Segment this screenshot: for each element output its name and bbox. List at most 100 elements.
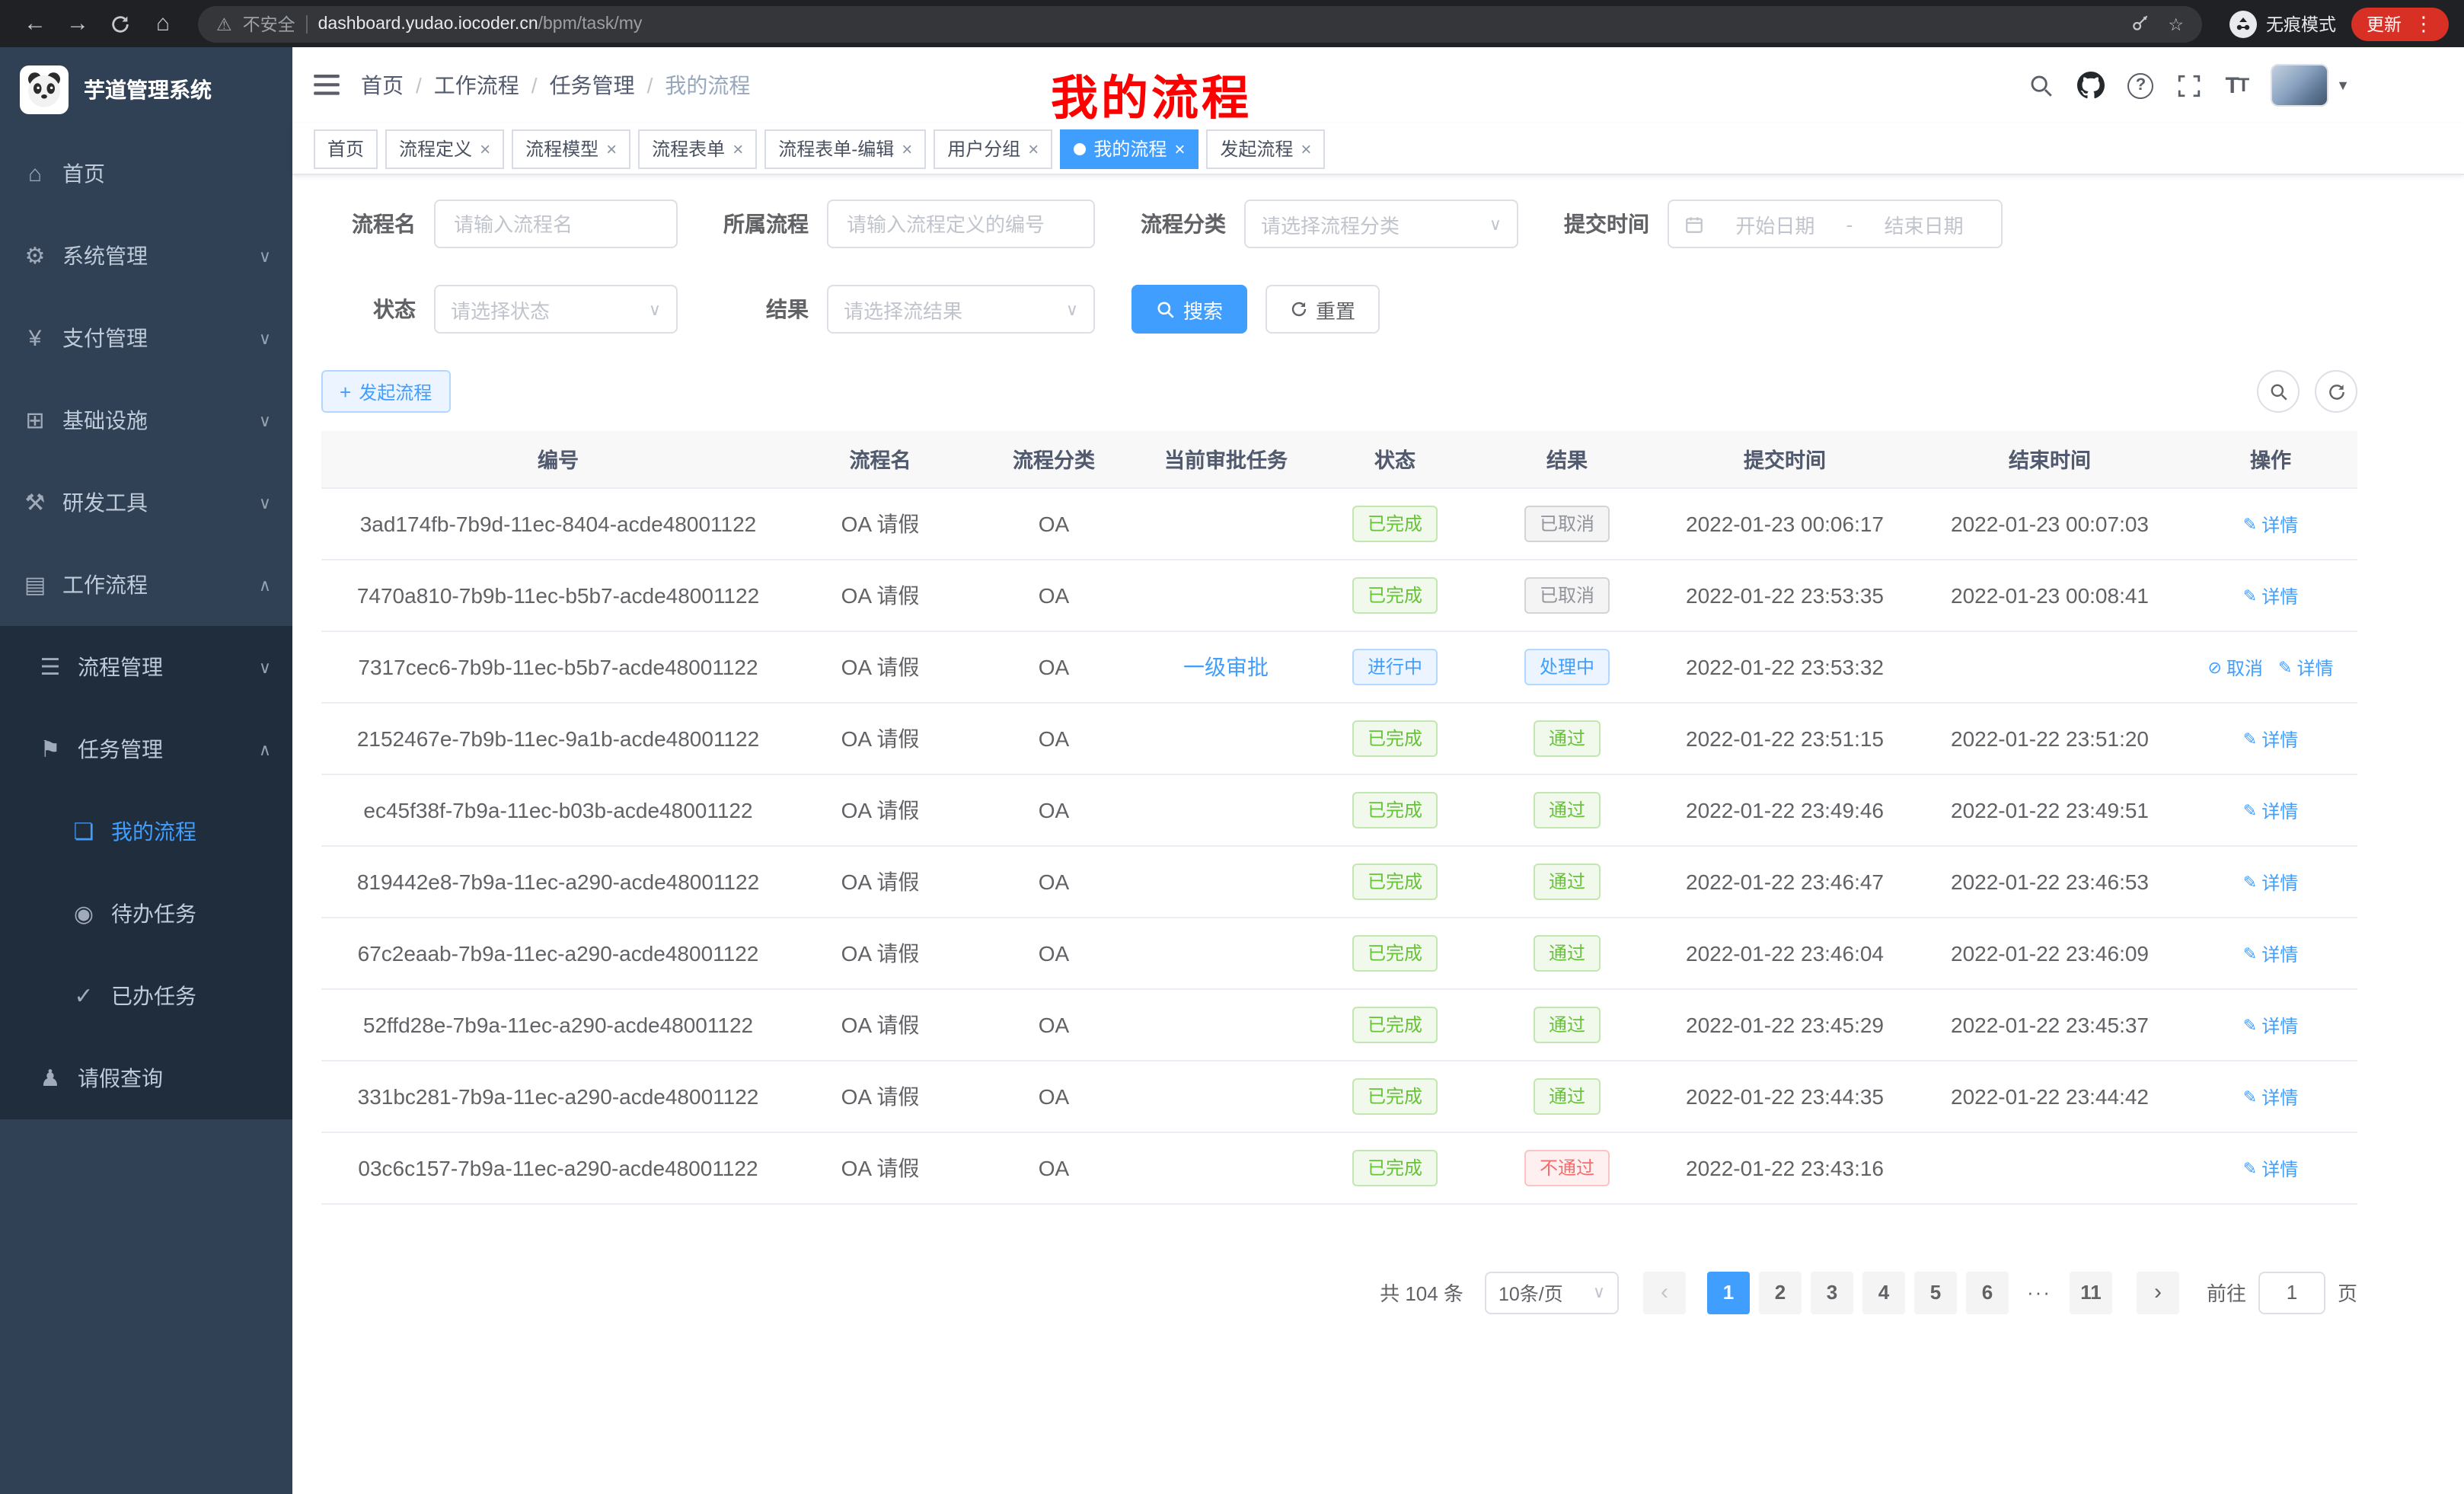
bookmark-star-icon[interactable]: ☆ [2168, 13, 2184, 34]
cell-name: OA 请假 [795, 988, 965, 1060]
detail-link[interactable]: ✎详情 [2243, 797, 2298, 823]
close-icon[interactable]: × [1301, 139, 1311, 158]
tab-label: 流程表单-编辑 [778, 136, 894, 161]
tab-process-form[interactable]: 流程表单× [638, 129, 757, 168]
update-button[interactable]: 更新 ⋮ [2351, 7, 2449, 40]
page-number-button[interactable]: 3 [1811, 1271, 1853, 1314]
sidebar-item-process-mgmt[interactable]: ☰流程管理∨ [0, 626, 292, 708]
page-number-button[interactable]: 4 [1862, 1271, 1905, 1314]
action-label: 详情 [2261, 797, 2298, 823]
process-definition-input[interactable] [827, 200, 1095, 248]
submit-time-range-picker[interactable]: 开始日期 - 结束日期 [1668, 200, 2003, 248]
tab-process-model[interactable]: 流程模型× [512, 129, 630, 168]
tab-user-group[interactable]: 用户分组× [934, 129, 1052, 168]
logo[interactable]: 芋道管理系统 [0, 47, 292, 132]
close-icon[interactable]: × [606, 139, 617, 158]
result-badge: 处理中 [1524, 648, 1610, 685]
page-size-select[interactable]: 10条/页 ∨ [1485, 1271, 1619, 1314]
cell-name: OA 请假 [795, 774, 965, 845]
sidebar-item-my-process[interactable]: ❏我的流程 [0, 790, 292, 873]
github-icon[interactable] [2078, 72, 2105, 99]
sidebar-item-workflow[interactable]: ▤工作流程∧ [0, 544, 292, 626]
browser-reload-button[interactable] [101, 4, 140, 43]
detail-link[interactable]: ✎详情 [2243, 511, 2298, 537]
user-menu[interactable]: ▼ [2271, 64, 2350, 107]
page-ellipsis[interactable]: ··· [2018, 1271, 2060, 1314]
tab-start-process[interactable]: 发起流程× [1206, 129, 1325, 168]
browser-back-button[interactable]: ← [15, 4, 55, 43]
detail-link[interactable]: ✎详情 [2243, 869, 2298, 895]
cell-actions: ✎详情 [2184, 988, 2357, 1060]
close-icon[interactable]: × [732, 139, 743, 158]
password-key-icon[interactable] [2130, 14, 2150, 34]
close-icon[interactable]: × [1028, 139, 1039, 158]
cell-end-time: 2022-01-22 23:44:42 [1916, 1060, 2184, 1132]
detail-link[interactable]: ✎详情 [2243, 1155, 2298, 1181]
detail-link[interactable]: ✎详情 [2278, 654, 2333, 680]
font-size-icon[interactable]: TT [2226, 72, 2249, 98]
tab-process-form-edit[interactable]: 流程表单-编辑 × [764, 129, 926, 168]
logo-image [20, 65, 69, 114]
detail-link[interactable]: ✎详情 [2243, 1012, 2298, 1038]
address-bar[interactable]: ⚠ 不安全 dashboard.yudao.iocoder.cn/bpm/tas… [198, 5, 2202, 42]
breadcrumb-item[interactable]: 首页 [361, 70, 404, 101]
create-process-button[interactable]: + 发起流程 [321, 370, 450, 413]
close-icon[interactable]: × [902, 139, 912, 158]
process-name-input[interactable] [434, 200, 678, 248]
prev-page-button[interactable]: ‹ [1643, 1271, 1686, 1314]
cell-status: 已完成 [1310, 559, 1480, 630]
page-number-button[interactable]: 11 [2070, 1271, 2112, 1314]
search-button[interactable]: 搜索 [1131, 285, 1247, 334]
detail-link[interactable]: ✎详情 [2243, 1084, 2298, 1109]
browser-menu-icon[interactable]: ⋮ [2414, 11, 2434, 36]
breadcrumb-item: 我的流程 [665, 70, 750, 101]
hamburger-icon[interactable] [314, 75, 340, 96]
cancel-link[interactable]: ⊘取消 [2208, 654, 2263, 680]
page-number-button[interactable]: 1 [1707, 1271, 1750, 1314]
browser-forward-button[interactable]: → [58, 4, 97, 43]
category-select[interactable]: 请选择流程分类 ∨ [1244, 200, 1518, 248]
status-badge: 已完成 [1352, 1006, 1438, 1042]
sidebar-item-system-mgmt[interactable]: ⚙系统管理∨ [0, 215, 292, 297]
status-select[interactable]: 请选择状态 ∨ [434, 285, 678, 334]
refresh-table-button[interactable] [2315, 370, 2357, 413]
sidebar-item-home[interactable]: ⌂首页 [0, 132, 292, 215]
current-task-link[interactable]: 一级审批 [1183, 654, 1269, 678]
goto-page-input[interactable] [2258, 1271, 2325, 1314]
tab-home[interactable]: 首页 [314, 129, 378, 168]
tab-process-definition[interactable]: 流程定义× [385, 129, 504, 168]
close-icon[interactable]: × [1174, 139, 1185, 158]
detail-link[interactable]: ✎详情 [2243, 583, 2298, 608]
sidebar-item-payment-mgmt[interactable]: ¥支付管理∨ [0, 297, 292, 379]
toggle-search-button[interactable] [2257, 370, 2300, 413]
page-number-button[interactable]: 2 [1759, 1271, 1802, 1314]
result-badge: 通过 [1534, 720, 1601, 756]
search-icon[interactable] [2029, 72, 2055, 98]
page-number-button[interactable]: 6 [1966, 1271, 2009, 1314]
goto-suffix: 页 [2338, 1278, 2357, 1307]
result-select[interactable]: 请选择流结果 ∨ [827, 285, 1095, 334]
sidebar-item-leave-query[interactable]: ♟请假查询 [0, 1037, 292, 1119]
sidebar-item-todo-tasks[interactable]: ◉待办任务 [0, 873, 292, 955]
action-label: 详情 [2261, 1012, 2298, 1038]
detail-icon: ✎ [2278, 657, 2292, 677]
detail-link[interactable]: ✎详情 [2243, 940, 2298, 966]
detail-icon: ✎ [2243, 586, 2257, 605]
detail-link[interactable]: ✎详情 [2243, 726, 2298, 752]
next-page-button[interactable]: › [2137, 1271, 2179, 1314]
breadcrumb-item[interactable]: 工作流程 [434, 70, 519, 101]
browser-home-button[interactable]: ⌂ [143, 4, 183, 43]
sidebar-item-dev-tools[interactable]: ⚒研发工具∨ [0, 461, 292, 544]
close-icon[interactable]: × [480, 139, 490, 158]
fullscreen-icon[interactable] [2177, 72, 2203, 98]
sidebar-item-task-mgmt[interactable]: ⚑任务管理∧ [0, 708, 292, 790]
reset-button[interactable]: 重置 [1266, 285, 1380, 334]
sidebar-item-infrastructure[interactable]: ⊞基础设施∨ [0, 379, 292, 461]
tab-my-process[interactable]: 我的流程× [1060, 129, 1198, 168]
cell-end-time [1916, 630, 2184, 702]
sidebar-item-done-tasks[interactable]: ✓已办任务 [0, 955, 292, 1037]
filter-process-name: 流程名 [321, 200, 678, 248]
breadcrumb-item[interactable]: 任务管理 [550, 70, 635, 101]
page-number-button[interactable]: 5 [1914, 1271, 1957, 1314]
help-icon[interactable]: ? [2128, 72, 2154, 98]
